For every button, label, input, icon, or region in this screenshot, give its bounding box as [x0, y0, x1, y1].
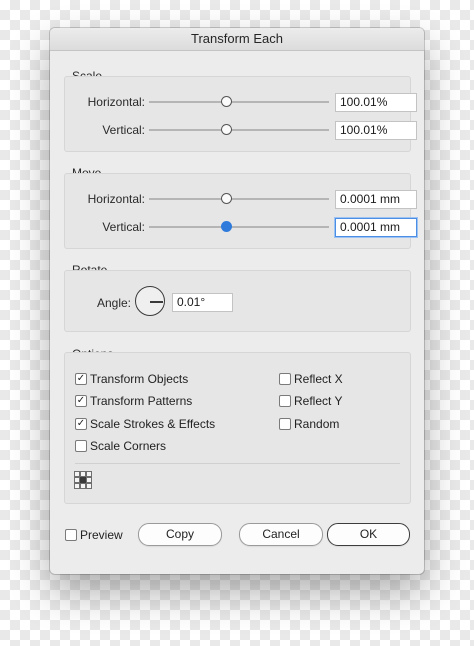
scale-vertical-slider[interactable]: [149, 129, 329, 131]
reference-point-bottom-right[interactable]: [86, 483, 92, 489]
scale-horizontal-label: Horizontal:: [87, 95, 145, 109]
preview-label: Preview: [80, 528, 123, 542]
reflect-x-checkbox[interactable]: [279, 373, 291, 385]
scale-strokes-checkbox[interactable]: ✓: [75, 418, 87, 430]
angle-label: Angle:: [96, 296, 131, 310]
transform-patterns-label: Transform Patterns: [90, 394, 193, 408]
transform-patterns-checkbox[interactable]: ✓: [75, 395, 87, 407]
reference-point-icon[interactable]: [74, 471, 92, 489]
move-vertical-slider-handle[interactable]: [221, 221, 232, 232]
scale-vertical-label: Vertical:: [102, 123, 145, 137]
scale-vertical-slider-handle[interactable]: [221, 124, 232, 135]
transform-each-dialog: Transform Each Scale Horizontal: 100.01%…: [50, 28, 424, 574]
move-horizontal-label: Horizontal:: [87, 192, 145, 206]
reflect-x-label: Reflect X: [294, 372, 343, 386]
options-divider: [75, 463, 400, 464]
angle-dial-icon[interactable]: [135, 286, 165, 316]
rotate-group: Angle: 0.01°: [64, 270, 411, 332]
dialog-title: Transform Each: [50, 28, 424, 51]
random-checkbox[interactable]: [279, 418, 291, 430]
scale-horizontal-slider-handle[interactable]: [221, 96, 232, 107]
move-horizontal-slider-handle[interactable]: [221, 193, 232, 204]
random-label: Random: [294, 417, 340, 431]
copy-button[interactable]: Copy: [138, 523, 222, 546]
move-group: Horizontal: 0.0001 mm Vertical: 0.0001 m…: [64, 173, 417, 249]
reflect-y-label: Reflect Y: [294, 394, 343, 408]
transform-objects-label: Transform Objects: [90, 372, 189, 386]
scale-corners-checkbox[interactable]: [75, 440, 87, 452]
transform-objects-checkbox[interactable]: ✓: [75, 373, 87, 385]
options-group: ✓ Transform Objects ✓ Transform Patterns…: [64, 352, 411, 504]
angle-input[interactable]: 0.01°: [172, 293, 233, 312]
move-vertical-input[interactable]: 0.0001 mm: [335, 218, 417, 237]
scale-group: Horizontal: 100.01% Vertical: 100.01%: [64, 76, 417, 152]
move-vertical-label: Vertical:: [102, 220, 145, 234]
reflect-y-checkbox[interactable]: [279, 395, 291, 407]
move-horizontal-input[interactable]: 0.0001 mm: [335, 190, 417, 209]
move-vertical-slider[interactable]: [149, 226, 329, 228]
move-horizontal-slider[interactable]: [149, 198, 329, 200]
angle-dial-hand: [150, 301, 163, 303]
ok-button[interactable]: OK: [327, 523, 410, 546]
scale-vertical-input[interactable]: 100.01%: [335, 121, 417, 140]
scale-corners-label: Scale Corners: [90, 439, 167, 453]
preview-checkbox[interactable]: [65, 529, 77, 541]
scale-strokes-label: Scale Strokes & Effects: [90, 417, 216, 431]
cancel-button[interactable]: Cancel: [239, 523, 323, 546]
scale-horizontal-slider[interactable]: [149, 101, 329, 103]
scale-horizontal-input[interactable]: 100.01%: [335, 93, 417, 112]
